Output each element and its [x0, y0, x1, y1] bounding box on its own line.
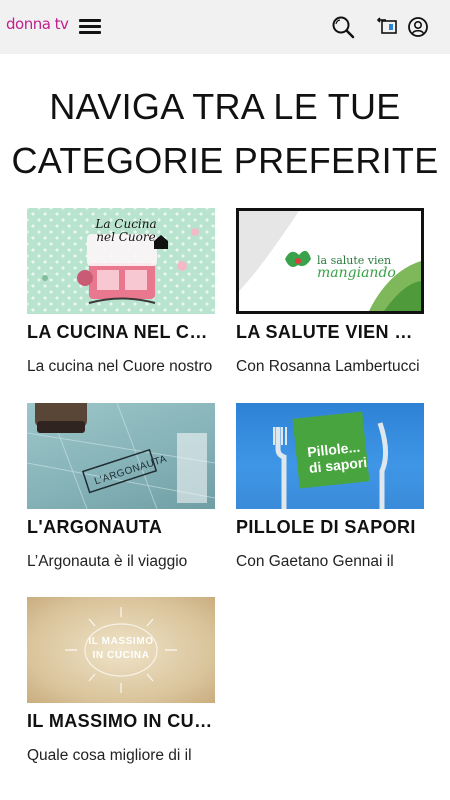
- category-title[interactable]: IL MASSIMO IN CUCINA: [27, 711, 215, 732]
- category-description: Con Rosanna Lambertucci: [236, 358, 420, 375]
- stamp-illustration: [27, 403, 215, 509]
- category-title[interactable]: L'ARGONAUTA: [27, 517, 215, 538]
- hamburger-menu-icon[interactable]: [79, 18, 101, 34]
- cast-icon[interactable]: [375, 14, 401, 40]
- category-thumbnail[interactable]: IL MASSIMO IN CUCINA: [27, 597, 215, 703]
- page-headline: NAVIGA TRA LE TUE CATEGORIE PREFERITE: [0, 80, 450, 188]
- category-thumbnail[interactable]: la salute vien mangiando: [236, 208, 424, 314]
- top-bar: donna tv: [0, 0, 450, 54]
- headline-line-2: CATEGORIE PREFERITE: [11, 140, 439, 181]
- category-description: Quale cosa migliore di il: [27, 747, 192, 764]
- donna-tv-logo[interactable]: donna tv: [6, 15, 69, 33]
- category-title[interactable]: LA CUCINA NEL CUORE: [27, 322, 215, 343]
- category-thumbnail[interactable]: Pillole... di sapori: [236, 403, 424, 509]
- category-title[interactable]: PILLOLE DI SAPORI: [236, 517, 424, 538]
- category-thumbnail[interactable]: L'ARGONAUTA: [27, 403, 215, 509]
- thumbnail-text-2: nel Cuore: [96, 230, 156, 244]
- search-icon[interactable]: [330, 14, 356, 40]
- category-description: L’Argonauta è il viaggio: [27, 553, 188, 570]
- category-title[interactable]: LA SALUTE VIEN MANGIANDO: [236, 322, 424, 343]
- thumbnail-text-1: IL MASSIMO: [88, 636, 154, 647]
- thumbnail-text-2: IN CUCINA: [92, 650, 150, 661]
- thumbnail-text-2: mangiando: [317, 265, 396, 281]
- category-thumbnail[interactable]: La Cucina nel Cuore: [27, 208, 215, 314]
- headline-line-1: NAVIGA TRA LE TUE: [49, 86, 401, 127]
- category-description: Con Gaetano Gennai il: [236, 553, 394, 570]
- user-account-icon[interactable]: [405, 14, 431, 40]
- category-description: La cucina nel Cuore nostro: [27, 358, 213, 375]
